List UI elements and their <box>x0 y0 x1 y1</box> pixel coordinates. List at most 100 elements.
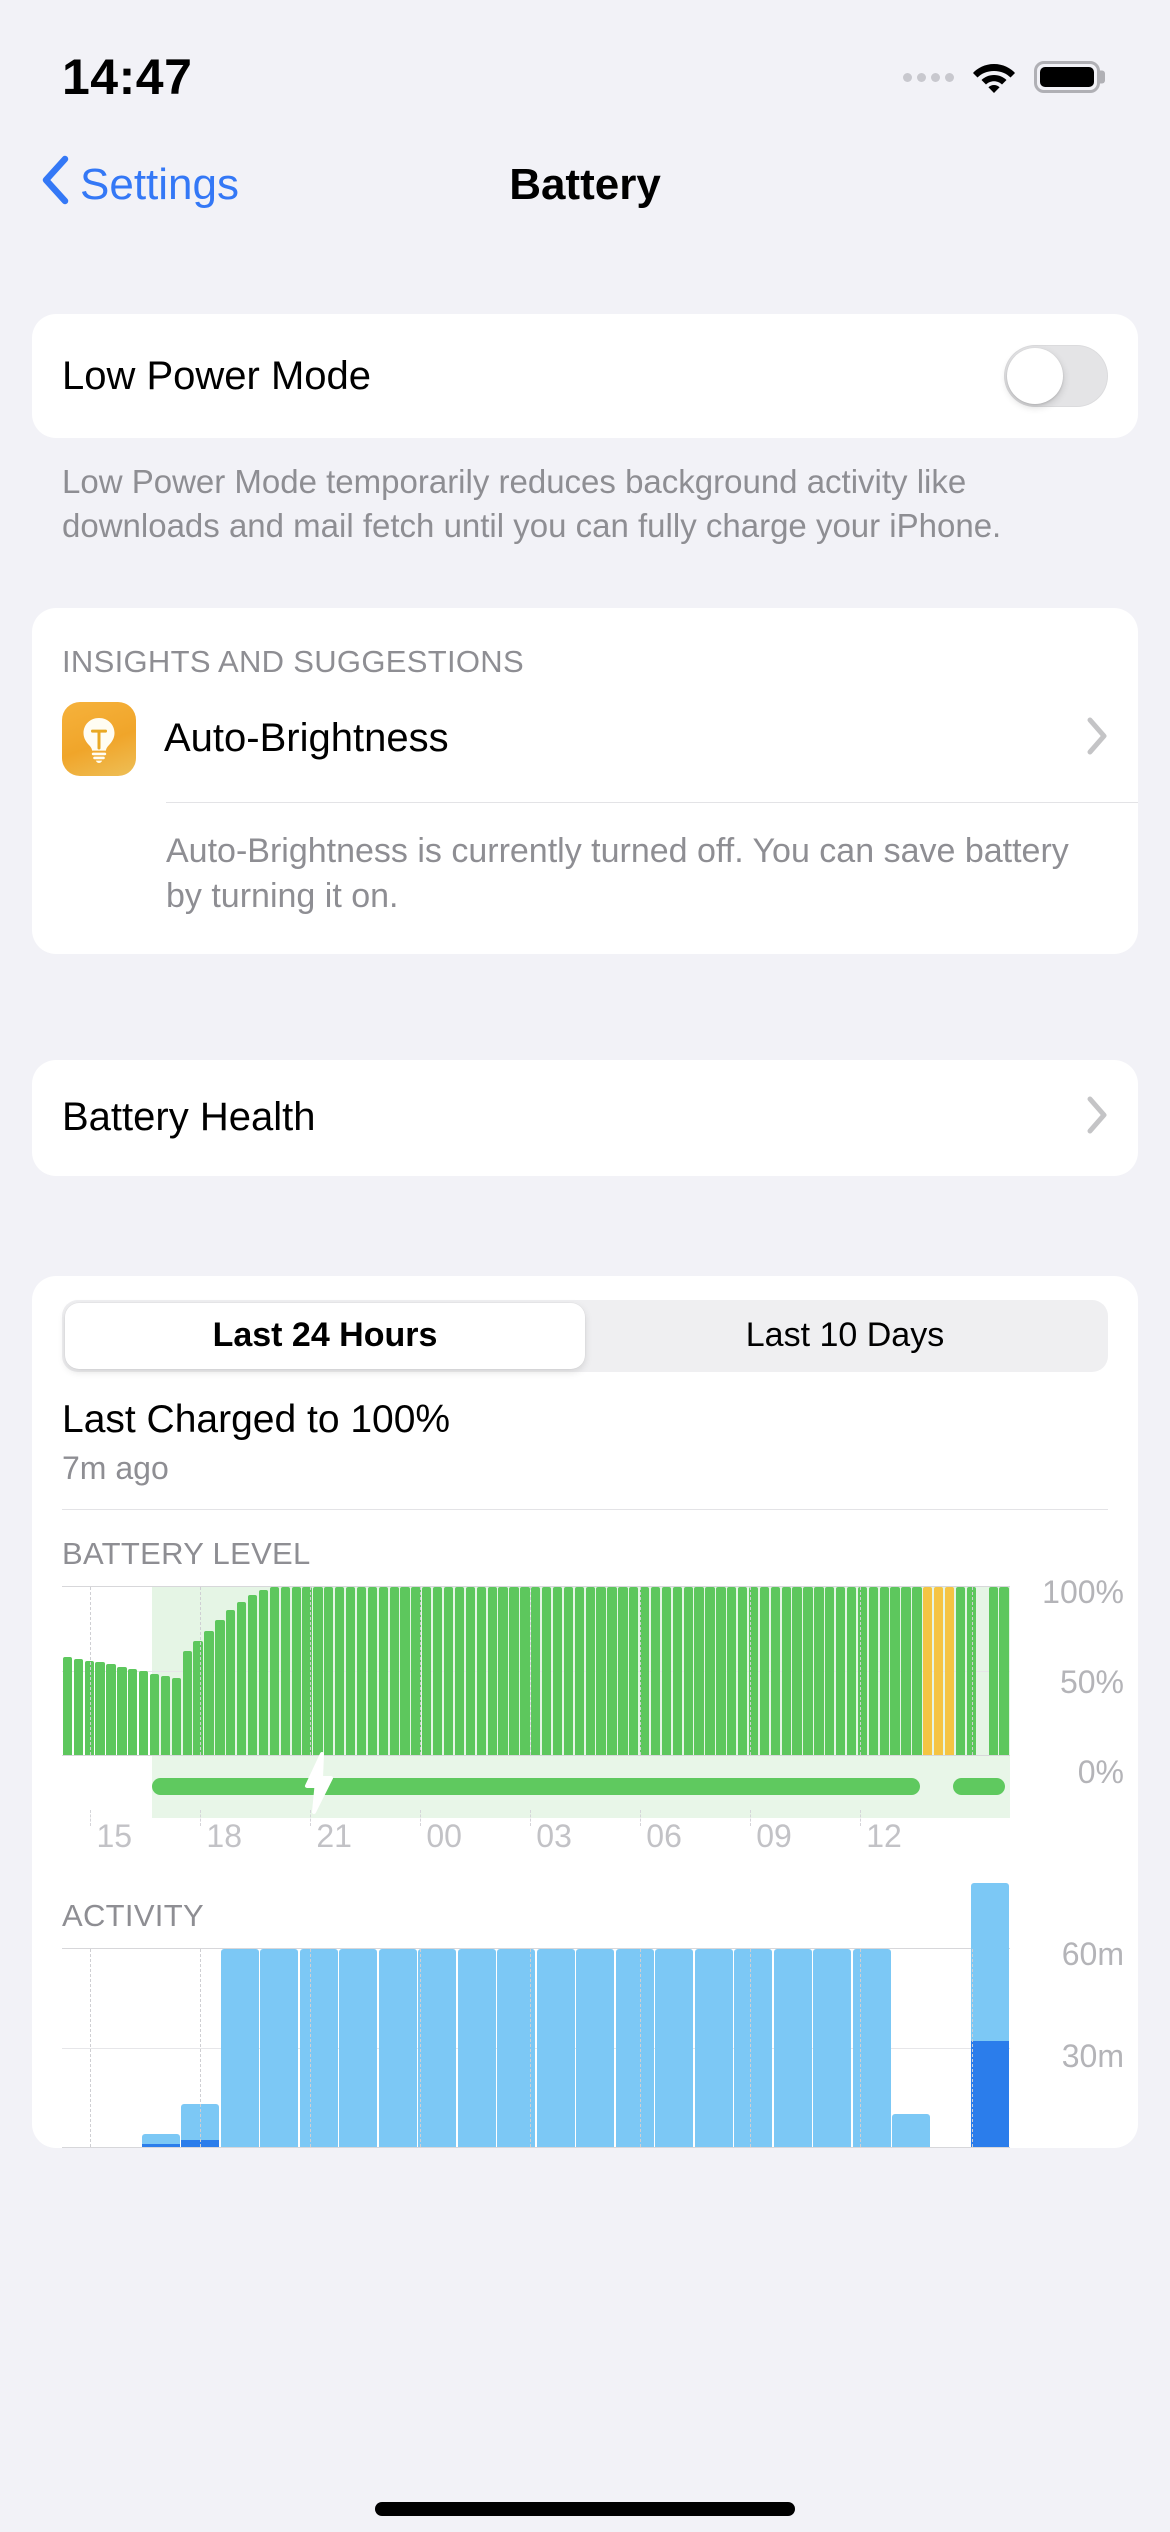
low-power-mode-card: Low Power Mode <box>32 314 1138 438</box>
battery-level-bar <box>356 1586 367 1755</box>
lightbulb-icon <box>62 701 136 776</box>
battery-level-bar <box>944 1586 955 1755</box>
battery-level-bar <box>389 1586 399 1755</box>
insight-item-auto-brightness[interactable]: Auto-Brightness <box>32 680 1138 802</box>
activity-bar <box>813 1948 852 2147</box>
gridline-vertical <box>200 1948 202 2147</box>
gridline-vertical <box>530 1948 532 2147</box>
battery-level-bar <box>999 1586 1009 1755</box>
battery-level-bar <box>324 1586 334 1755</box>
battery-level-bar <box>814 1586 824 1755</box>
battery-level-bar <box>803 1586 813 1755</box>
battery-level-bar <box>661 1586 672 1755</box>
activity-screen-off-segment <box>141 2133 180 2144</box>
last-charged-block: Last Charged to 100% 7m ago <box>32 1372 1138 1487</box>
gridline-vertical <box>420 1948 422 2147</box>
xtick-mark <box>640 1809 642 1826</box>
activity-screen-off-segment <box>260 1948 299 2147</box>
battery-level-bar <box>280 1586 290 1755</box>
xtick-label: 00 <box>426 1817 462 1854</box>
activity-bar <box>536 1948 575 2147</box>
gridline-vertical <box>90 1948 92 2147</box>
status-bar-time: 14:47 <box>62 49 193 105</box>
battery-full-icon <box>1034 61 1100 93</box>
battery-level-bar <box>247 1595 258 1755</box>
activity-screen-off-segment <box>773 1948 812 2147</box>
battery-level-caption: BATTERY LEVEL <box>62 1535 311 1571</box>
battery-level-bar <box>378 1586 388 1755</box>
battery-level-bar <box>705 1586 715 1755</box>
activity-screen-off-segment <box>220 1948 259 2147</box>
battery-level-bar <box>443 1586 454 1755</box>
battery-level-bar <box>149 1674 160 1755</box>
xtick-label: 03 <box>536 1817 572 1854</box>
activity-screen-off-segment <box>655 1948 694 2147</box>
gridline-vertical <box>750 1948 752 2147</box>
activity-bar <box>734 1948 773 2147</box>
xtick-label: 09 <box>756 1817 792 1854</box>
battery-level-bar <box>629 1586 639 1755</box>
battery-level-bar <box>563 1586 574 1755</box>
activity-screen-off-segment <box>339 1948 378 2147</box>
activity-bar <box>655 1948 694 2147</box>
activity-bar <box>576 1948 615 2147</box>
activity-screen-off-segment <box>734 1948 773 2147</box>
gridline-vertical <box>310 1586 312 1755</box>
charging-period-strip <box>62 1751 1010 1818</box>
battery-level-bar <box>901 1586 911 1755</box>
activity-screen-off-segment <box>971 1882 1010 2042</box>
time-range-segmented-control[interactable]: Last 24 Hours Last 10 Days <box>62 1299 1108 1372</box>
battery-health-card: Battery Health <box>32 1059 1138 1176</box>
low-power-mode-footnote: Low Power Mode temporarily reduces backg… <box>62 463 1002 544</box>
battery-level-bar <box>531 1586 541 1755</box>
signal-dots-icon <box>903 72 954 82</box>
battery-level-bar <box>618 1586 628 1755</box>
insight-item-title: Auto-Brightness <box>164 716 449 761</box>
battery-level-bar <box>955 1586 966 1755</box>
activity-bar <box>220 1948 259 2147</box>
activity-bar <box>852 1948 891 2147</box>
activity-screen-off-segment <box>576 1948 615 2147</box>
activity-screen-off-segment <box>892 2113 931 2147</box>
battery-level-bar <box>694 1586 704 1755</box>
back-button-label: Settings <box>80 160 239 209</box>
xtick-label: 06 <box>646 1817 682 1854</box>
activity-screen-off-segment <box>813 1948 852 2147</box>
battery-level-bar <box>596 1586 606 1755</box>
xtick-mark <box>90 1809 92 1826</box>
battery-level-bar <box>650 1586 661 1755</box>
battery-level-bar <box>498 1586 508 1755</box>
battery-level-bar <box>868 1586 878 1755</box>
xtick-mark <box>310 1809 312 1826</box>
activity-plot <box>62 1882 1010 2148</box>
battery-level-bar <box>520 1586 530 1755</box>
low-power-mode-toggle[interactable] <box>1004 345 1108 407</box>
chevron-right-icon <box>1086 1096 1108 1139</box>
battery-level-bar <box>117 1667 127 1755</box>
battery-level-bar <box>879 1586 889 1755</box>
battery-level-bar <box>672 1586 682 1755</box>
battery-level-bar <box>465 1586 476 1755</box>
battery-level-bar <box>84 1660 94 1755</box>
battery-level-bar <box>204 1630 214 1755</box>
battery-level-bar <box>258 1590 269 1755</box>
battery-level-bar <box>792 1586 802 1755</box>
back-button[interactable]: Settings <box>40 155 239 216</box>
battery-level-bar <box>934 1586 944 1755</box>
gridline-vertical <box>972 1586 974 1755</box>
activity-screen-off-segment <box>418 1948 457 2147</box>
low-power-mode-row[interactable]: Low Power Mode <box>32 314 1138 438</box>
xtick-mark <box>200 1809 202 1826</box>
activity-bars <box>62 1882 1010 2147</box>
segment-last-10-days[interactable]: Last 10 Days <box>585 1303 1105 1369</box>
battery-level-bar <box>411 1586 421 1755</box>
chevron-left-icon <box>40 155 70 216</box>
xtick-label: 21 <box>316 1817 352 1854</box>
battery-level-bar <box>422 1586 432 1755</box>
battery-health-row[interactable]: Battery Health <box>32 1060 1138 1176</box>
activity-chart: 60m 30m <box>32 1882 1138 2148</box>
insights-card: INSIGHTS AND SUGGESTIONS Auto-Brightness… <box>32 607 1138 954</box>
segment-last-24-hours[interactable]: Last 24 Hours <box>65 1302 585 1369</box>
battery-level-bar <box>640 1586 650 1755</box>
gridline-vertical <box>860 1948 862 2147</box>
